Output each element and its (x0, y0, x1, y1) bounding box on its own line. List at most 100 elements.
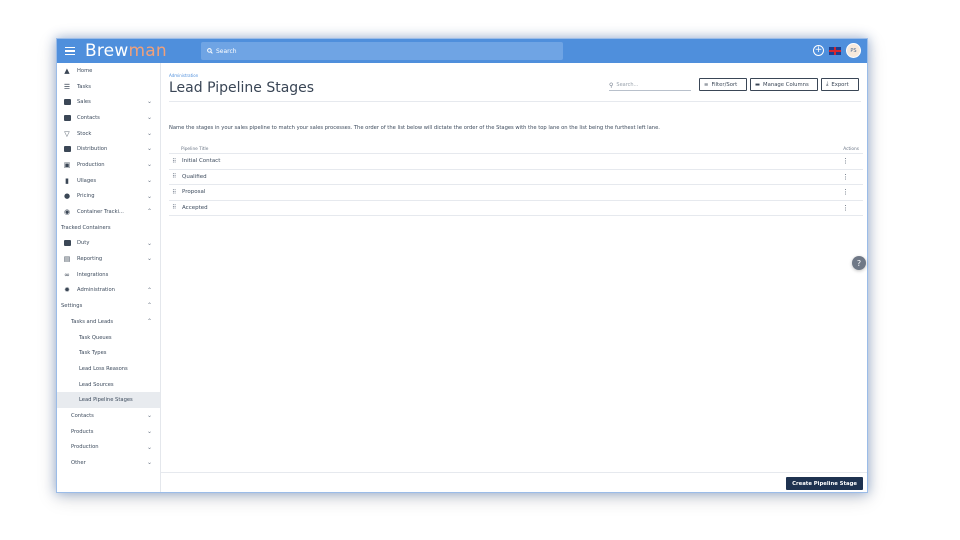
global-search-input[interactable]: Search (201, 42, 563, 60)
sidebar-item-task-types[interactable]: Task Types (57, 345, 160, 361)
divider (169, 101, 861, 102)
sidebar-item-home[interactable]: ▲ Home (57, 63, 160, 79)
sidebar-item-settings-contacts[interactable]: Contacts ⌄ (57, 408, 160, 424)
pricing-icon: ● (63, 192, 71, 201)
bottle-icon: ▮ (65, 176, 69, 185)
sidebar-item-sales[interactable]: Sales ⌄ (57, 94, 160, 110)
gear-icon: ✹ (64, 286, 70, 295)
chevron-down-icon: ⌄ (146, 98, 152, 106)
sidebar-item-lead-sources[interactable]: Lead Sources (57, 377, 160, 393)
drag-handle-icon[interactable]: ⠿ (172, 189, 178, 196)
column-header-title[interactable]: Pipeline Title (181, 147, 208, 152)
app-window: Brewman Search + PS ▲ Home ☰ Tasks Sales ⌄ … (56, 38, 868, 493)
table-row[interactable]: ⠿ Qualified ⋮ (169, 170, 863, 185)
table-header: Pipeline Title Actions (169, 146, 863, 154)
chevron-down-icon: ⌄ (146, 239, 152, 247)
sidebar-item-ullages[interactable]: ▮ Ullages ⌄ (57, 173, 160, 189)
funnel-icon: ▽ (64, 129, 70, 138)
chevron-down-icon: ⌄ (146, 129, 152, 137)
list-icon: ☰ (63, 82, 71, 91)
truck-icon (63, 146, 71, 153)
chevron-down-icon: ⌄ (146, 443, 152, 451)
chevron-up-icon: ⌃ (146, 286, 152, 294)
sidebar-item-contacts[interactable]: Contacts ⌄ (57, 110, 160, 126)
drag-handle-icon[interactable]: ⠿ (172, 204, 178, 211)
table-row[interactable]: ⠿ Initial Contact ⋮ (169, 154, 863, 170)
sidebar-item-tasks-and-leads[interactable]: Tasks and Leads ⌃ (57, 314, 160, 330)
search-icon (207, 48, 213, 54)
sidebar-item-stock[interactable]: ▽ Stock ⌄ (57, 126, 160, 142)
drag-handle-icon[interactable]: ⠿ (172, 173, 178, 180)
pipeline-table: Pipeline Title Actions ⠿ Initial Contact ⋮… (169, 146, 863, 216)
table-row[interactable]: ⠿ Accepted ⋮ (169, 201, 863, 216)
sidebar-item-tracked-containers[interactable]: Tracked Containers (57, 220, 160, 236)
sidebar: ▲ Home ☰ Tasks Sales ⌄ Contacts ⌄ ▽ Stock ⌄ Di… (57, 63, 161, 492)
chevron-down-icon: ⌄ (146, 176, 152, 184)
page-description: Name the stages in your sales pipeline t… (169, 125, 660, 131)
sidebar-item-lead-pipeline-stages[interactable]: Lead Pipeline Stages (57, 392, 160, 409)
global-search-placeholder: Search (216, 47, 237, 55)
export-button[interactable]: ⤓ Export (821, 78, 859, 91)
top-bar: Brewman Search + PS (57, 39, 867, 63)
chevron-up-icon: ⌃ (146, 208, 152, 216)
avatar[interactable]: PS (846, 43, 861, 58)
sidebar-item-settings-production[interactable]: Production ⌄ (57, 440, 160, 456)
app-logo[interactable]: Brewman (85, 41, 167, 61)
uk-flag-icon[interactable] (829, 46, 841, 55)
page-title: Lead Pipeline Stages (169, 80, 315, 96)
basket-icon (63, 99, 71, 106)
columns-icon: ▬ (755, 81, 761, 88)
chevron-down-icon: ⌄ (146, 427, 152, 435)
breadcrumb[interactable]: Administration (169, 73, 198, 78)
sidebar-item-distribution[interactable]: Distribution ⌄ (57, 141, 160, 157)
more-actions-icon[interactable]: ⋮ (842, 157, 849, 165)
sidebar-item-products[interactable]: Products ⌄ (57, 424, 160, 440)
home-icon: ▲ (64, 66, 70, 75)
chevron-down-icon: ⌄ (146, 114, 152, 122)
chevron-up-icon: ⌃ (146, 318, 152, 325)
chevron-down-icon: ⌄ (146, 459, 152, 467)
sidebar-item-integrations[interactable]: ∞ Integrations (57, 267, 160, 283)
drag-handle-icon[interactable]: ⠿ (172, 158, 178, 165)
create-pipeline-stage-button[interactable]: Create Pipeline Stage (786, 477, 863, 490)
manage-columns-button[interactable]: ▬ Manage Columns (750, 78, 818, 91)
chevron-down-icon: ⌄ (146, 255, 152, 263)
sidebar-item-container-tracking[interactable]: ◉ Container Tracki... ⌃ (57, 204, 160, 220)
chevron-down-icon: ⌄ (146, 145, 152, 153)
sidebar-item-pricing[interactable]: ● Pricing ⌄ (57, 189, 160, 205)
menu-icon[interactable] (65, 46, 75, 56)
link-icon: ∞ (64, 270, 70, 279)
add-icon[interactable]: + (813, 45, 824, 56)
search-input[interactable]: ⚲ Search... (609, 80, 691, 91)
sidebar-item-settings[interactable]: Settings ⌃ (57, 298, 160, 314)
sidebar-item-task-queues[interactable]: Task Queues (57, 330, 160, 346)
main-content: Administration Lead Pipeline Stages ⚲ Se… (161, 63, 867, 492)
report-icon: ▤ (63, 255, 71, 264)
target-icon: ◉ (63, 208, 71, 217)
help-icon[interactable]: ? (852, 256, 866, 270)
more-actions-icon[interactable]: ⋮ (842, 204, 849, 212)
table-row[interactable]: ⠿ Proposal ⋮ (169, 185, 863, 201)
chevron-down-icon: ⌄ (146, 192, 152, 200)
sidebar-item-other[interactable]: Other ⌄ (57, 455, 160, 471)
search-icon: ⚲ (609, 81, 614, 89)
sidebar-item-reporting[interactable]: ▤ Reporting ⌄ (57, 251, 160, 267)
production-icon: ▣ (63, 160, 71, 169)
sidebar-item-tasks[interactable]: ☰ Tasks (57, 79, 160, 95)
more-actions-icon[interactable]: ⋮ (842, 173, 849, 181)
sidebar-item-duty[interactable]: Duty ⌄ (57, 236, 160, 252)
filter-icon: ≡ (704, 81, 709, 88)
chevron-down-icon: ⌄ (146, 161, 152, 169)
footer-bar: Create Pipeline Stage (161, 472, 867, 492)
download-icon: ⤓ (826, 81, 829, 87)
chevron-down-icon: ⌄ (146, 412, 152, 420)
duty-icon (63, 240, 71, 247)
sidebar-item-administration[interactable]: ✹ Administration ⌃ (57, 283, 160, 299)
sidebar-item-production[interactable]: ▣ Production ⌄ (57, 157, 160, 173)
search-placeholder: Search... (616, 82, 639, 88)
filter-sort-button[interactable]: ≡ Filter/Sort (699, 78, 747, 91)
chevron-up-icon: ⌃ (146, 302, 152, 310)
sidebar-item-lead-loss-reasons[interactable]: Lead Loss Reasons (57, 361, 160, 377)
contacts-icon (63, 114, 71, 121)
more-actions-icon[interactable]: ⋮ (842, 188, 849, 196)
